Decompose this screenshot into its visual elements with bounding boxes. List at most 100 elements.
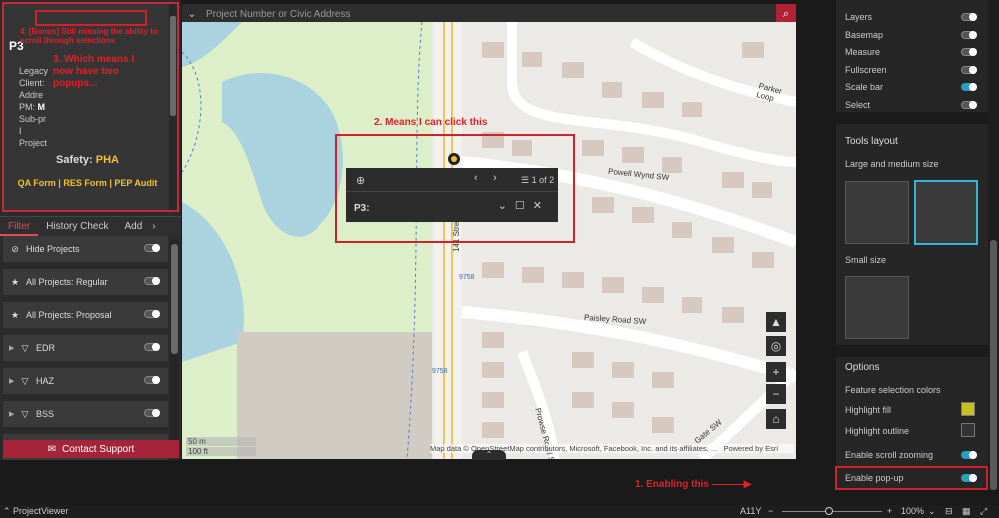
annotation-2: 2. Means I can click this [374,117,488,128]
annotation-3: 3. Which means I now have two popups... [53,54,135,89]
layer-row[interactable]: ▶ ▽ BSS [3,401,168,427]
widget-toggle[interactable] [961,13,977,21]
annotation-box-enable [835,466,988,490]
options-heading: Options [845,362,880,373]
layer-toggle[interactable] [144,244,160,252]
widget-label: Select [845,99,871,110]
layer-toggle[interactable] [144,310,160,318]
highlight-outline-label: Highlight outline [845,426,910,436]
zoom-out-button[interactable]: − [766,384,786,404]
layer-row[interactable]: ▶ ▽ EDR [3,335,168,361]
layer-row[interactable]: ▶ ▽ HAZ [3,368,168,394]
compass-button[interactable]: ▲ [766,312,786,332]
layer-toggle[interactable] [144,409,160,417]
mail-icon: ✉ [47,443,57,455]
compass-icon: ▲ [770,315,782,329]
tab-add[interactable]: Add [116,217,150,236]
tab-bar: Filter History Check Add › [0,216,181,236]
layer-label: HAZ [36,376,54,386]
search-bar: ⌄ Project Number or Civic Address ⌕ [182,4,796,24]
layer-label: All Projects: Regular [26,277,108,287]
contact-support-button[interactable]: ✉ Contact Support [3,440,179,458]
filter-icon: ▽ [21,342,29,353]
tab-history-check[interactable]: History Check [38,217,116,236]
zoom-in-button[interactable]: + [766,362,786,382]
chevron-down-icon[interactable]: ⌄ [182,9,202,20]
highlight-fill-swatch[interactable] [961,402,975,416]
layer-row[interactable]: ★ All Projects: Proposal [3,302,168,328]
eye-off-icon: ⊘ [11,243,19,254]
widget-toggle[interactable] [961,30,977,39]
annotation-1: 1. Enabling this ————▶ [635,479,751,490]
home-button[interactable]: ⌂ [766,409,786,429]
layer-toggle[interactable] [144,376,160,384]
widget-toggle[interactable] [961,65,977,74]
layer-toggle[interactable] [144,343,160,351]
safety-line: Safety: PHA [56,154,119,166]
popup-field: Client: [19,78,45,88]
grid-view-icon[interactable]: ▦ [962,506,971,517]
star-icon: ★ [10,309,20,320]
popup-field: I [19,126,22,136]
large-medium-label: Large and medium size [845,159,939,169]
zoom-out-icon[interactable]: − [768,506,773,516]
layer-label: EDR [36,343,56,353]
widget-toggle[interactable] [961,100,977,109]
filter-icon: ▽ [21,408,29,419]
layer-row[interactable]: ★ All Projects: Regular [3,269,168,295]
chevron-right-icon[interactable]: ▶ [9,377,17,385]
map-bottom-toggle[interactable]: ⌃ [472,450,506,460]
layer-toggle[interactable] [144,277,160,285]
widget-toggle[interactable] [961,48,977,56]
popup-field: Sub-pr [19,114,47,124]
layer-label: BSS [36,409,55,419]
feature-colors-label: Feature selection colors [845,385,941,395]
annotation-box-scroll [35,10,147,26]
app-label: ⌃ ProjectViewer [3,506,69,516]
widget-label: Scale bar [845,82,884,92]
address-label: 9758 [459,274,475,281]
zoom-level: 100% [901,506,925,516]
zoom-in-icon[interactable]: + [887,506,892,516]
layer-label: Hide Projects [26,244,80,254]
highlight-fill-label: Highlight fill [845,405,892,415]
widget-label: Fullscreen [845,64,887,75]
search-input[interactable]: Project Number or Civic Address [202,9,776,20]
search-button[interactable]: ⌕ [776,4,796,24]
widget-label: Layers [845,12,873,22]
scroll-zoom-toggle[interactable] [961,451,977,459]
filter-icon: ▽ [21,375,29,386]
layout-option-2[interactable] [914,180,978,245]
highlight-outline-swatch[interactable] [961,423,975,437]
chevron-right-icon[interactable]: ▶ [9,344,17,352]
a11y-label[interactable]: A11Y [740,506,761,516]
layer-row[interactable]: ⊘ Hide Projects [3,236,168,262]
layer-label: All Projects: Proposal [26,310,112,320]
small-size-label: Small size [845,255,887,265]
widget-label: Measure [845,47,881,57]
locate-button[interactable]: ◎ [766,336,786,356]
fullscreen-icon[interactable]: ⤢ [980,506,987,517]
forms-links[interactable]: QA Form | RES Form | PEP Audit [4,178,171,188]
left-panel: P3 4. [Bonus] Still missing the ability … [0,0,181,460]
popup-field: PM: M [19,102,46,112]
status-bar: ⌃ ProjectViewer A11Y − + 100% ⌄ ⊟ ▦ ⤢ [0,505,999,518]
annotation-4: 4. [Bonus] Still missing the ability to … [20,27,158,45]
zoom-slider-handle[interactable] [825,507,833,515]
star-icon: ★ [10,276,20,287]
settings-scrollbar[interactable] [988,0,999,490]
layout-option-small[interactable] [845,276,909,339]
safety-value: PHA [95,154,119,166]
chevron-right-icon[interactable]: › [150,217,157,236]
chevron-up-icon: ⌃ [485,450,493,459]
layer-list-scrollbar[interactable] [170,240,179,440]
layout-option-1[interactable] [845,181,909,244]
widget-toggle[interactable] [961,83,977,91]
split-view-icon[interactable]: ⊟ [945,506,953,517]
project-popup-card: P3 4. [Bonus] Still missing the ability … [2,2,179,212]
plus-icon: + [772,365,780,379]
tab-filter[interactable]: Filter [0,217,39,236]
chevron-down-icon[interactable]: ⌄ [928,506,936,517]
chevron-right-icon[interactable]: ▶ [9,410,17,418]
popup-field: Addre [19,90,44,100]
